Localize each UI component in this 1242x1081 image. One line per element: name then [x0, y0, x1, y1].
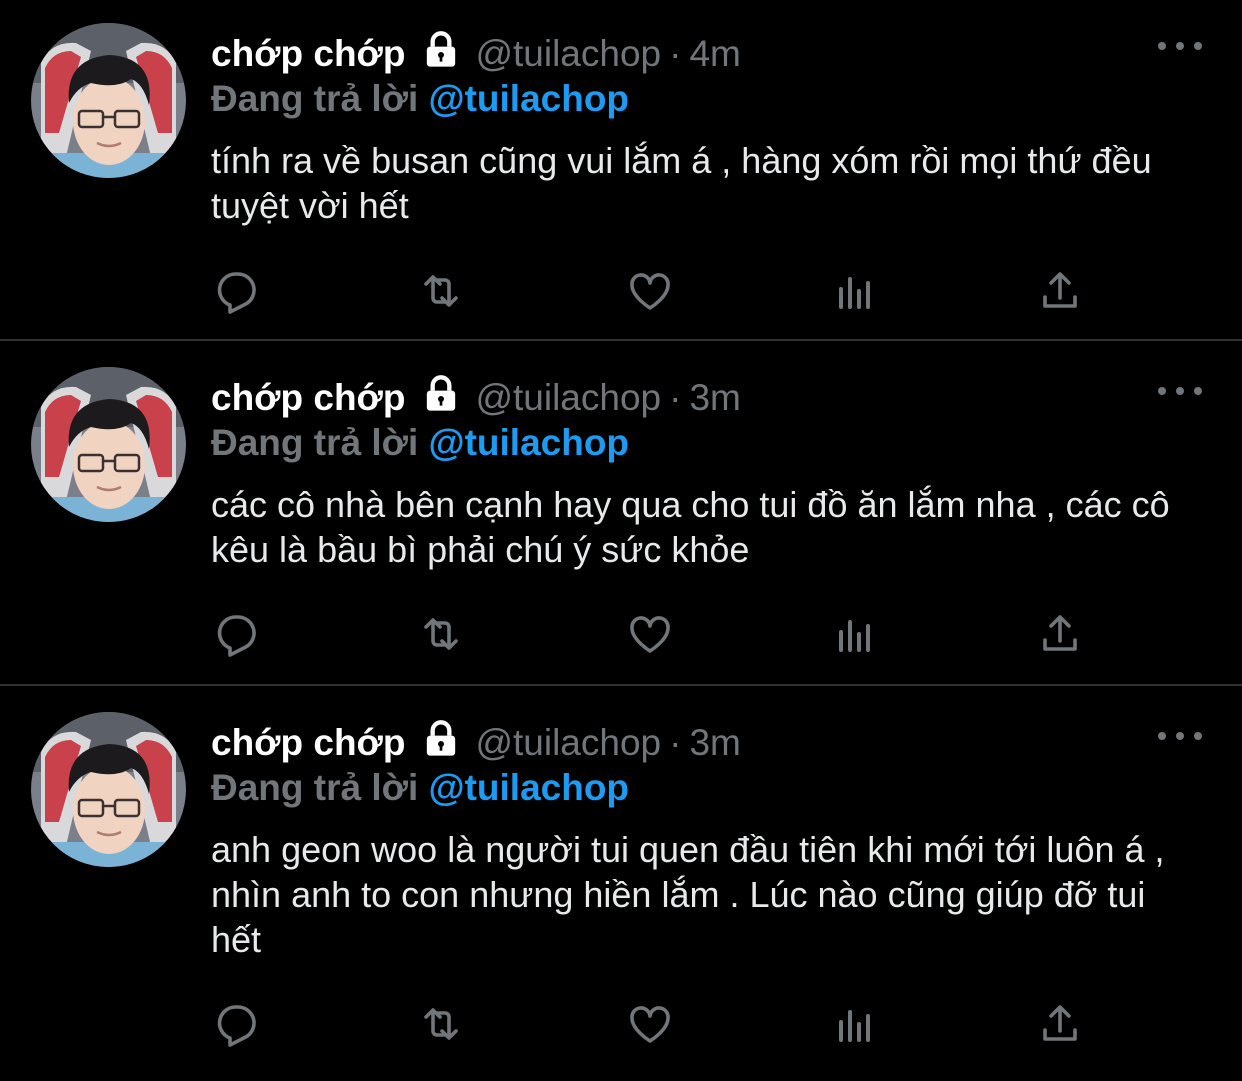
retweet-icon[interactable]: [414, 265, 468, 317]
timestamp[interactable]: 4m: [689, 33, 740, 74]
like-icon[interactable]: [623, 265, 677, 317]
tweet-header: chớp chớp @tuilachop · 4m: [211, 30, 741, 81]
reply-icon[interactable]: [210, 265, 264, 317]
separator-dot: ·: [669, 722, 682, 763]
lock-icon: [421, 30, 461, 81]
tweet-text: anh geon woo là người tui quen đầu tiên …: [211, 829, 1165, 960]
separator-dot: ·: [669, 377, 682, 418]
timestamp[interactable]: 3m: [689, 722, 740, 763]
like-icon[interactable]: [623, 998, 677, 1050]
share-icon[interactable]: [1033, 608, 1087, 660]
reply-prefix: Đang trả lời: [211, 422, 419, 463]
display-name[interactable]: chớp chớp: [211, 722, 405, 763]
analytics-icon[interactable]: [828, 998, 882, 1050]
tweet-text: các cô nhà bên cạnh hay qua cho tui đồ ă…: [211, 484, 1170, 570]
tweet-header: chớp chớp @tuilachop · 3m: [211, 374, 741, 425]
action-bar: [210, 265, 1090, 317]
reply-context: Đang trả lời @tuilachop: [211, 765, 629, 811]
avatar[interactable]: [31, 23, 186, 178]
tweet[interactable]: chớp chớp @tuilachop · 4m Đang trả lời @tui…: [0, 0, 1242, 341]
avatar[interactable]: [31, 712, 186, 867]
avatar[interactable]: [31, 367, 186, 522]
reply-icon[interactable]: [210, 998, 264, 1050]
separator-dot: ·: [669, 33, 682, 74]
analytics-icon[interactable]: [828, 265, 882, 317]
reply-mention[interactable]: @tuilachop: [429, 767, 630, 808]
reply-context: Đang trả lời @tuilachop: [211, 76, 629, 122]
lock-icon: [421, 719, 461, 770]
display-name[interactable]: chớp chớp: [211, 377, 405, 418]
tweet[interactable]: chớp chớp @tuilachop · 3m Đang trả lời @tui…: [0, 686, 1242, 1081]
user-handle[interactable]: @tuilachop: [475, 377, 661, 418]
display-name[interactable]: chớp chớp: [211, 33, 405, 74]
share-icon[interactable]: [1033, 265, 1087, 317]
tweet-header: chớp chớp @tuilachop · 3m: [211, 719, 741, 770]
timestamp[interactable]: 3m: [689, 377, 740, 418]
retweet-icon[interactable]: [414, 608, 468, 660]
action-bar: [210, 608, 1090, 660]
action-bar: [210, 998, 1090, 1050]
analytics-icon[interactable]: [828, 608, 882, 660]
reply-icon[interactable]: [210, 608, 264, 660]
more-icon[interactable]: [1158, 36, 1202, 56]
retweet-icon[interactable]: [414, 998, 468, 1050]
reply-mention[interactable]: @tuilachop: [429, 422, 630, 463]
share-icon[interactable]: [1033, 998, 1087, 1050]
reply-prefix: Đang trả lời: [211, 767, 419, 808]
tweet-text: tính ra về busan cũng vui lắm á , hàng x…: [211, 140, 1152, 226]
user-handle[interactable]: @tuilachop: [475, 33, 661, 74]
reply-context: Đang trả lời @tuilachop: [211, 420, 629, 466]
more-icon[interactable]: [1158, 726, 1202, 746]
reply-mention[interactable]: @tuilachop: [429, 78, 630, 119]
user-handle[interactable]: @tuilachop: [475, 722, 661, 763]
lock-icon: [421, 374, 461, 425]
tweet[interactable]: chớp chớp @tuilachop · 3m Đang trả lời @tui…: [0, 341, 1242, 686]
like-icon[interactable]: [623, 608, 677, 660]
more-icon[interactable]: [1158, 381, 1202, 401]
reply-prefix: Đang trả lời: [211, 78, 419, 119]
